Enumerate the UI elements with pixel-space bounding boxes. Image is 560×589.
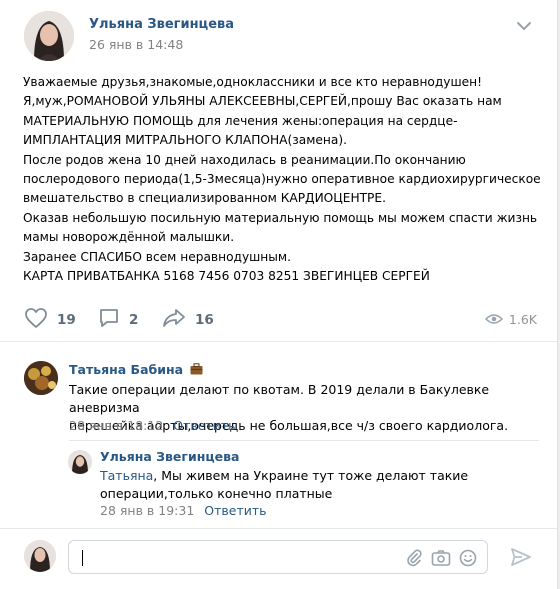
reply-text: Татьяна, Мы живем на Украине тут тоже де… [100,468,469,501]
author-avatar[interactable] [24,11,74,61]
views-counter: 1.6K [484,310,537,329]
share-button[interactable]: 16 [162,306,214,334]
comment-date[interactable]: 28 янв в 18:12 [69,418,163,433]
comment-count: 2 [129,312,139,328]
comment-author[interactable]: Татьяна Бабина [69,362,203,378]
emoji-icon[interactable] [459,549,477,567]
divider [0,341,557,342]
briefcase-icon [190,363,203,378]
share-icon [162,307,186,333]
post-actions: 19 2 16 1.6K [0,300,557,340]
reply-addressee[interactable]: Татьяна [100,468,153,483]
views-count: 1.6K [508,312,537,327]
reply-avatar[interactable] [68,450,92,474]
reply-meta: 28 янв в 19:31 Ответить [100,503,267,518]
reply-date[interactable]: 28 янв в 19:31 [100,503,194,518]
like-button[interactable]: 19 [24,306,76,334]
text-caret [82,550,83,566]
comment-icon [98,307,120,333]
send-icon[interactable] [510,547,532,567]
chevron-down-icon[interactable] [515,18,533,32]
eye-icon [484,310,503,329]
like-count: 19 [57,312,76,328]
post-author[interactable]: Ульяна Звегинцева [89,17,234,32]
divider [69,440,539,441]
post-date[interactable]: 26 янв в 14:48 [89,37,183,52]
comment-button[interactable]: 2 [98,306,138,334]
post-card: Ульяна Звегинцева 26 янв в 14:48 Уважаем… [0,0,558,589]
current-user-avatar[interactable] [24,540,56,572]
heart-icon [24,307,48,333]
post-text: Уважаемые друзья,знакомые,одноклассники … [23,75,541,284]
reply-button[interactable]: Ответить [204,503,266,518]
comment-input[interactable] [68,540,488,574]
comment-avatar[interactable] [24,361,58,395]
paperclip-icon[interactable] [405,549,423,567]
camera-icon[interactable] [431,549,451,567]
comment-meta: 28 янв в 18:12 Ответить [69,418,236,433]
reply-author[interactable]: Ульяна Звегинцева [100,449,239,464]
share-count: 16 [195,312,214,328]
reply-button[interactable]: Ответить [173,418,235,433]
divider [0,528,557,529]
